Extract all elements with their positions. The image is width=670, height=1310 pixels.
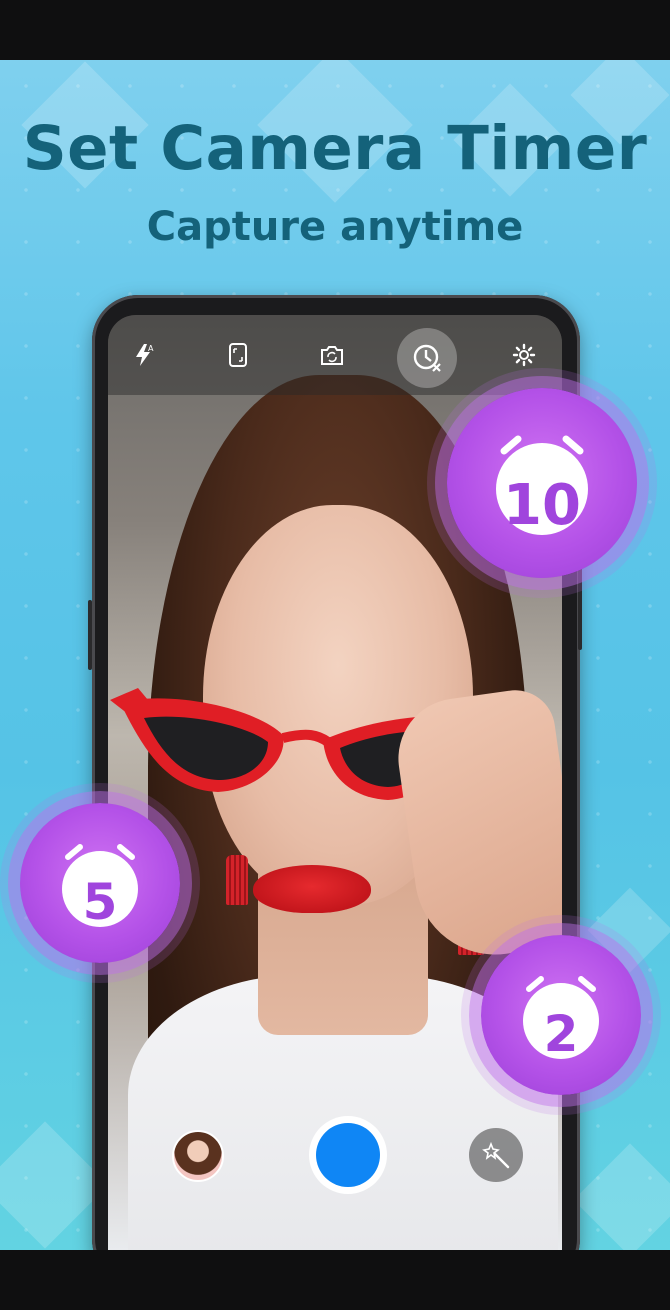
top-letterbox bbox=[0, 0, 670, 60]
settings-icon[interactable] bbox=[510, 341, 538, 369]
flash-auto-icon[interactable]: A bbox=[130, 341, 158, 369]
timer-5-badge[interactable]: 5 bbox=[20, 803, 180, 963]
phone-side-button bbox=[88, 600, 92, 670]
timer-10-label: 10 bbox=[503, 473, 581, 538]
svg-text:A: A bbox=[148, 344, 154, 353]
timer-10-badge[interactable]: 10 bbox=[447, 388, 637, 578]
aspect-ratio-icon[interactable] bbox=[224, 341, 252, 369]
timer-2-label: 2 bbox=[543, 1005, 579, 1063]
promo-subtitle: Capture anytime bbox=[146, 204, 524, 250]
bottom-letterbox bbox=[0, 1250, 670, 1310]
timer-icon[interactable] bbox=[397, 328, 457, 388]
shutter-inner bbox=[316, 1123, 380, 1187]
promo-title: Set Camera Timer bbox=[22, 113, 648, 184]
magic-wand-icon[interactable] bbox=[469, 1128, 523, 1182]
photo-earring bbox=[226, 855, 248, 905]
shutter-button[interactable] bbox=[309, 1116, 387, 1194]
photo-lips bbox=[253, 865, 371, 913]
phone-side-button bbox=[578, 560, 582, 650]
timer-2-badge[interactable]: 2 bbox=[481, 935, 641, 1095]
timer-5-label: 5 bbox=[82, 873, 118, 931]
camera-toolbar: A bbox=[108, 315, 562, 395]
switch-camera-icon[interactable] bbox=[318, 341, 346, 369]
gallery-thumbnail[interactable] bbox=[172, 1130, 224, 1182]
